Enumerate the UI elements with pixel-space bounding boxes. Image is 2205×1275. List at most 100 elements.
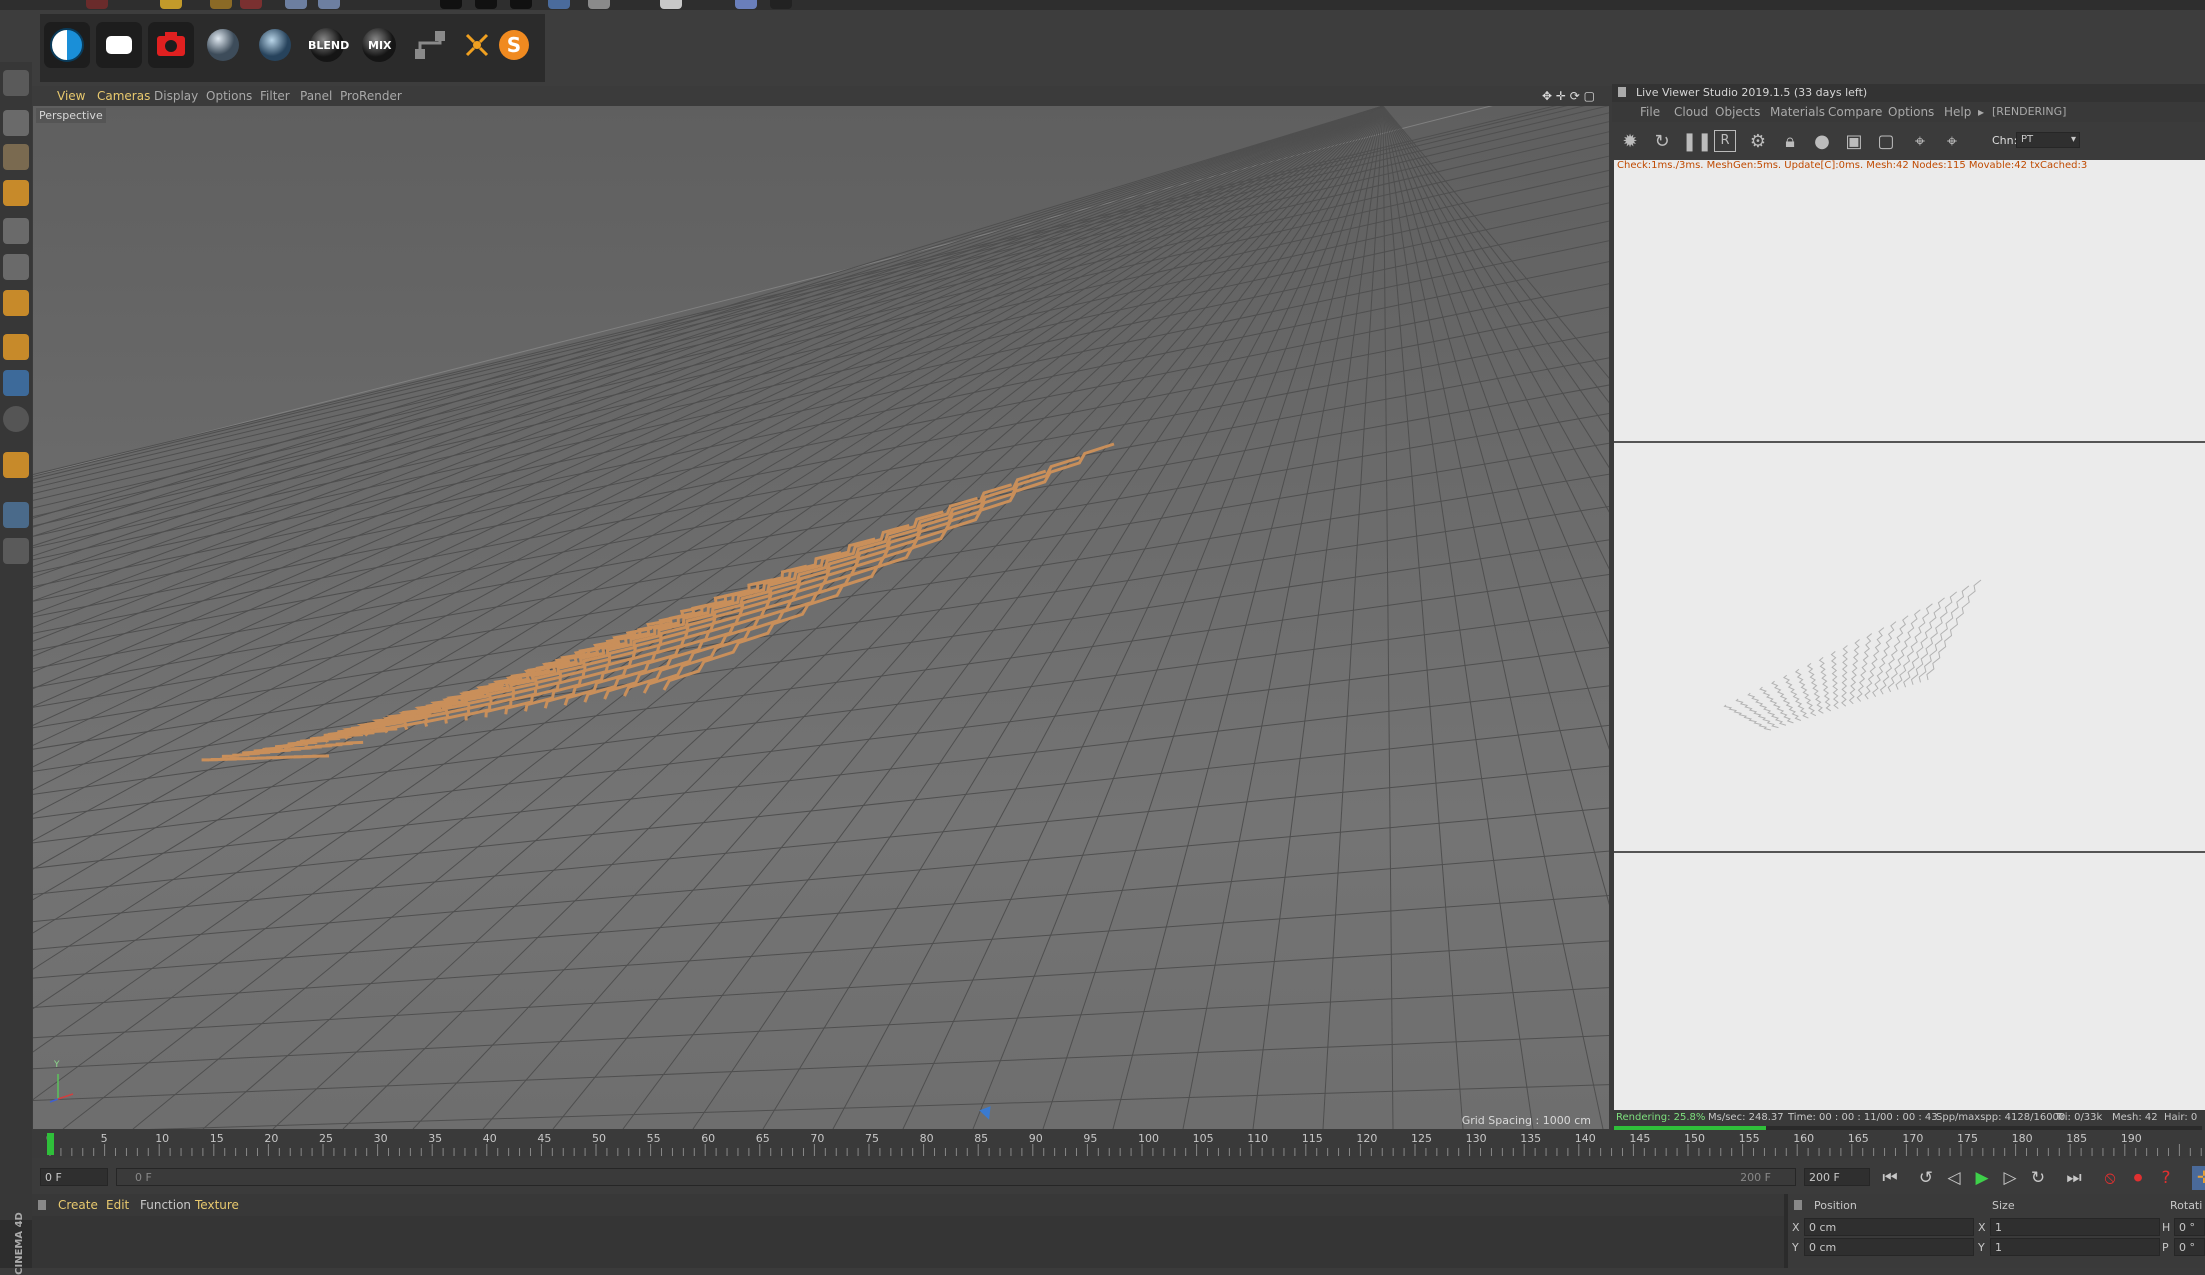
material-preview-icon[interactable]: ● xyxy=(1810,130,1834,154)
lv-menu-more-icon[interactable]: ▸ xyxy=(1978,105,1984,119)
zigzag-mesh-object[interactable] xyxy=(201,442,1115,762)
mat-menu-function[interactable]: Function xyxy=(140,1198,191,1212)
reset-icon[interactable]: R xyxy=(1714,130,1736,152)
workplane-lock-icon[interactable] xyxy=(3,502,29,528)
camera-button[interactable] xyxy=(148,22,194,68)
channel-select[interactable]: PT ▾ xyxy=(2016,132,2080,148)
texture-mode-icon[interactable] xyxy=(3,180,29,206)
area-light-button[interactable] xyxy=(96,22,142,68)
blend-material-button[interactable]: BLEND xyxy=(304,22,350,68)
timeline-ruler[interactable]: 0510152025303540455055606570758085909510… xyxy=(32,1130,2205,1158)
polygons-mode-icon[interactable] xyxy=(3,290,29,316)
rot-p-field[interactable]: 0 ° xyxy=(2174,1238,2205,1256)
move-icon[interactable] xyxy=(285,0,307,9)
rotate-icon[interactable] xyxy=(318,0,340,9)
workplane-icon[interactable] xyxy=(3,538,29,564)
position-key-icon[interactable]: ✛ xyxy=(2192,1166,2205,1190)
undo-icon[interactable] xyxy=(210,0,232,9)
render-region-icon[interactable] xyxy=(86,0,108,9)
pause-icon[interactable]: ❚❚ xyxy=(1682,130,1712,154)
menu-display[interactable]: Display xyxy=(154,89,198,103)
lv-menu-file[interactable]: File xyxy=(1640,105,1660,119)
go-to-start-icon[interactable]: ⏮ xyxy=(1878,1166,1902,1190)
rot-h-field[interactable]: 0 ° xyxy=(2174,1218,2205,1236)
mat-menu-texture[interactable]: Texture xyxy=(195,1198,239,1212)
edges-mode-icon[interactable] xyxy=(3,254,29,280)
light-icon[interactable] xyxy=(660,0,682,9)
glossy-material-button[interactable] xyxy=(252,22,298,68)
size-x-field[interactable]: 1 xyxy=(1990,1218,2160,1236)
panel-grip-icon[interactable] xyxy=(1618,87,1626,97)
film-region-icon[interactable]: ▢ xyxy=(1874,130,1898,154)
restart-icon[interactable]: ↻ xyxy=(1650,130,1674,154)
panel-grip-icon[interactable] xyxy=(38,1200,46,1210)
settings-gear-icon[interactable]: ⚙ xyxy=(1746,130,1770,154)
menu-filter[interactable]: Filter xyxy=(260,89,290,103)
max-frame-field[interactable]: 200 F xyxy=(1804,1168,1870,1186)
panel-grip-icon[interactable] xyxy=(1794,1200,1802,1210)
play-icon[interactable] xyxy=(475,0,497,9)
lock-icon[interactable]: 🔒︎ xyxy=(1778,130,1802,154)
timeline-tick-label: 20 xyxy=(264,1132,278,1145)
magnet-icon[interactable] xyxy=(3,452,29,478)
playhead-marker[interactable] xyxy=(47,1133,54,1155)
record-keys-icon[interactable]: ⦸ xyxy=(2098,1166,2122,1190)
smart-render-button[interactable]: S xyxy=(494,22,534,68)
diffuse-material-button[interactable] xyxy=(200,22,246,68)
tweak-icon[interactable] xyxy=(3,370,29,396)
record-icon[interactable] xyxy=(240,0,262,9)
autokey-icon[interactable]: ⏺ xyxy=(2126,1166,2150,1190)
loop-icon[interactable]: ↺ xyxy=(1914,1166,1938,1190)
menu-view[interactable]: View xyxy=(57,89,85,103)
size-x-value: 1 xyxy=(1995,1221,2002,1234)
play-forward-icon[interactable]: ▶ xyxy=(1970,1166,1994,1190)
cube-mode-icon[interactable] xyxy=(3,110,29,136)
frame-range-slider[interactable]: 0 F 200 F xyxy=(116,1168,1796,1186)
go-to-end-icon[interactable]: ⏭ xyxy=(2062,1166,2086,1190)
checker-icon[interactable] xyxy=(3,144,29,170)
live-viewer-button[interactable] xyxy=(44,22,90,68)
menu-prorender[interactable]: ProRender xyxy=(340,89,402,103)
menu-cameras[interactable]: Cameras xyxy=(97,89,150,103)
lv-menu-cloud[interactable]: Cloud xyxy=(1674,105,1708,119)
sphere-icon[interactable] xyxy=(588,0,610,9)
lv-menu-materials[interactable]: Materials xyxy=(1770,105,1825,119)
pick-focus-icon[interactable]: ⌖ xyxy=(1908,130,1932,154)
scatter-button[interactable] xyxy=(462,22,492,68)
camera-icon[interactable] xyxy=(770,0,792,9)
play-icon[interactable] xyxy=(440,0,462,9)
menu-panel[interactable]: Panel xyxy=(300,89,332,103)
pick-material-icon[interactable]: ⌖ xyxy=(1940,130,1964,154)
render-canvas[interactable] xyxy=(1614,160,2205,1128)
axis-mode-icon[interactable] xyxy=(3,334,29,360)
snap-icon[interactable] xyxy=(3,406,29,432)
globe-icon[interactable] xyxy=(3,70,29,96)
points-mode-icon[interactable] xyxy=(3,218,29,244)
cube-icon[interactable] xyxy=(548,0,570,9)
region-icon[interactable]: ▣ xyxy=(1842,130,1866,154)
keyframe-selection-icon[interactable]: ? xyxy=(2154,1166,2178,1190)
axis-y-label: Y xyxy=(54,1060,60,1070)
step-forward-icon[interactable]: ▷ xyxy=(1998,1166,2022,1190)
mat-menu-edit[interactable]: Edit xyxy=(106,1198,129,1212)
lv-menu-compare[interactable]: Compare xyxy=(1828,105,1882,119)
step-back-icon[interactable]: ◁ xyxy=(1942,1166,1966,1190)
render-settings-icon[interactable] xyxy=(160,0,182,9)
pos-y-field[interactable]: 0 cm xyxy=(1804,1238,1974,1256)
loop-forward-icon[interactable]: ↻ xyxy=(2026,1166,2050,1190)
mix-material-button[interactable]: MIX xyxy=(356,22,402,68)
menu-options[interactable]: Options xyxy=(206,89,252,103)
lv-menu-options[interactable]: Options xyxy=(1888,105,1934,119)
size-y-field[interactable]: 1 xyxy=(1990,1238,2160,1256)
send-scene-icon[interactable]: ✹ xyxy=(1618,130,1642,154)
perspective-viewport[interactable] xyxy=(33,106,1609,1129)
mat-menu-create[interactable]: Create xyxy=(58,1198,98,1212)
pos-x-field[interactable]: 0 cm xyxy=(1804,1218,1974,1236)
node-editor-button[interactable] xyxy=(408,22,454,68)
grid-icon[interactable] xyxy=(735,0,757,9)
lv-menu-help[interactable]: Help xyxy=(1944,105,1971,119)
viewport-nav-icons[interactable]: ✥ ✛ ⟳ ▢ xyxy=(1542,89,1595,103)
play-icon[interactable] xyxy=(510,0,532,9)
lv-menu-objects[interactable]: Objects xyxy=(1715,105,1760,119)
current-frame-field[interactable]: 0 F xyxy=(40,1168,108,1186)
